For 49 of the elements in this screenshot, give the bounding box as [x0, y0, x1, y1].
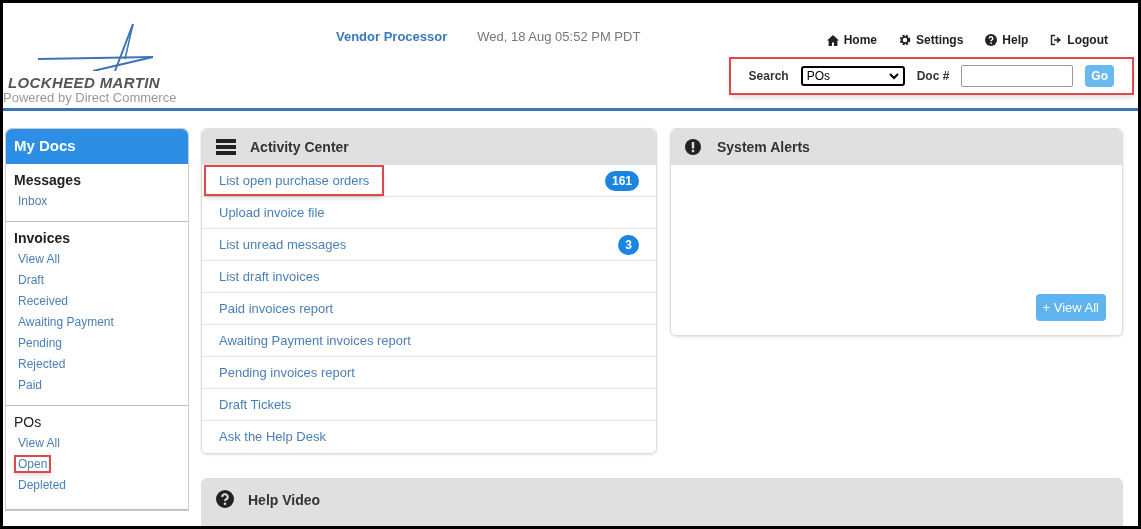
- date-time: Wed, 18 Aug 05:52 PM PDT: [477, 28, 641, 46]
- activity-link[interactable]: Paid invoices report: [204, 292, 349, 325]
- doc-number-label: Doc #: [916, 68, 950, 85]
- sidebar-link[interactable]: Rejected: [14, 354, 70, 373]
- brand-name: LOCKHEED MARTIN: [8, 74, 161, 90]
- sidebar-link[interactable]: Pending: [14, 333, 67, 352]
- card-title: Help Video: [248, 491, 321, 510]
- doc-number-field[interactable]: [961, 65, 1074, 87]
- section-heading: Messages: [14, 170, 82, 190]
- count-badge: 161: [604, 170, 639, 191]
- type-select[interactable]: POs: [800, 66, 905, 86]
- sidebar-link[interactable]: Open: [14, 454, 52, 473]
- alert-icon: [685, 139, 701, 155]
- nav-link[interactable]: Logout: [1050, 31, 1108, 49]
- tagline: Powered by Direct Commerce: [3, 89, 178, 106]
- activity-link[interactable]: Draft Tickets: [204, 388, 307, 421]
- nav-link[interactable]: Home: [826, 31, 877, 49]
- activity-link[interactable]: List unread messages: [204, 228, 362, 261]
- sidebar-link[interactable]: View All: [14, 433, 64, 452]
- chevron-down-icon: [888, 72, 899, 80]
- home-icon: [826, 34, 839, 46]
- help-icon: [216, 490, 234, 508]
- activity-link[interactable]: Awaiting Payment invoices report: [204, 324, 426, 357]
- help-icon: [985, 34, 998, 46]
- count-badge: 3: [618, 234, 639, 255]
- sidebar-link[interactable]: Inbox: [14, 191, 52, 210]
- view-all-button[interactable]: + View All: [1035, 293, 1106, 321]
- card-title: Activity Center: [250, 137, 349, 157]
- sidebar-link[interactable]: View All: [14, 249, 64, 268]
- activity-link[interactable]: Pending invoices report: [204, 356, 370, 389]
- nav-link[interactable]: Settings: [899, 31, 964, 49]
- nav-link[interactable]: Help: [985, 31, 1029, 49]
- sidebar-link[interactable]: Awaiting Payment: [14, 312, 118, 331]
- activity-link[interactable]: Ask the Help Desk: [204, 421, 341, 453]
- logout-icon: [1050, 34, 1063, 46]
- sidebar-link[interactable]: Paid: [14, 375, 47, 394]
- section-heading: Invoices: [14, 228, 72, 248]
- sidebar-link[interactable]: Received: [14, 291, 73, 310]
- app-title: Vendor Processor: [336, 28, 448, 46]
- search-label: Search: [748, 68, 789, 85]
- sidebar-title: My Docs: [6, 129, 188, 164]
- activity-link[interactable]: List open purchase orders: [204, 164, 385, 197]
- settings-icon: [899, 34, 911, 46]
- section-heading: POs: [14, 412, 43, 432]
- sidebar-link[interactable]: Draft: [14, 270, 48, 289]
- sidebar-link[interactable]: Depleted: [14, 475, 71, 494]
- activity-link[interactable]: Upload invoice file: [204, 196, 340, 229]
- card-title: System Alerts: [717, 137, 810, 157]
- activity-link[interactable]: List draft invoices: [204, 260, 335, 293]
